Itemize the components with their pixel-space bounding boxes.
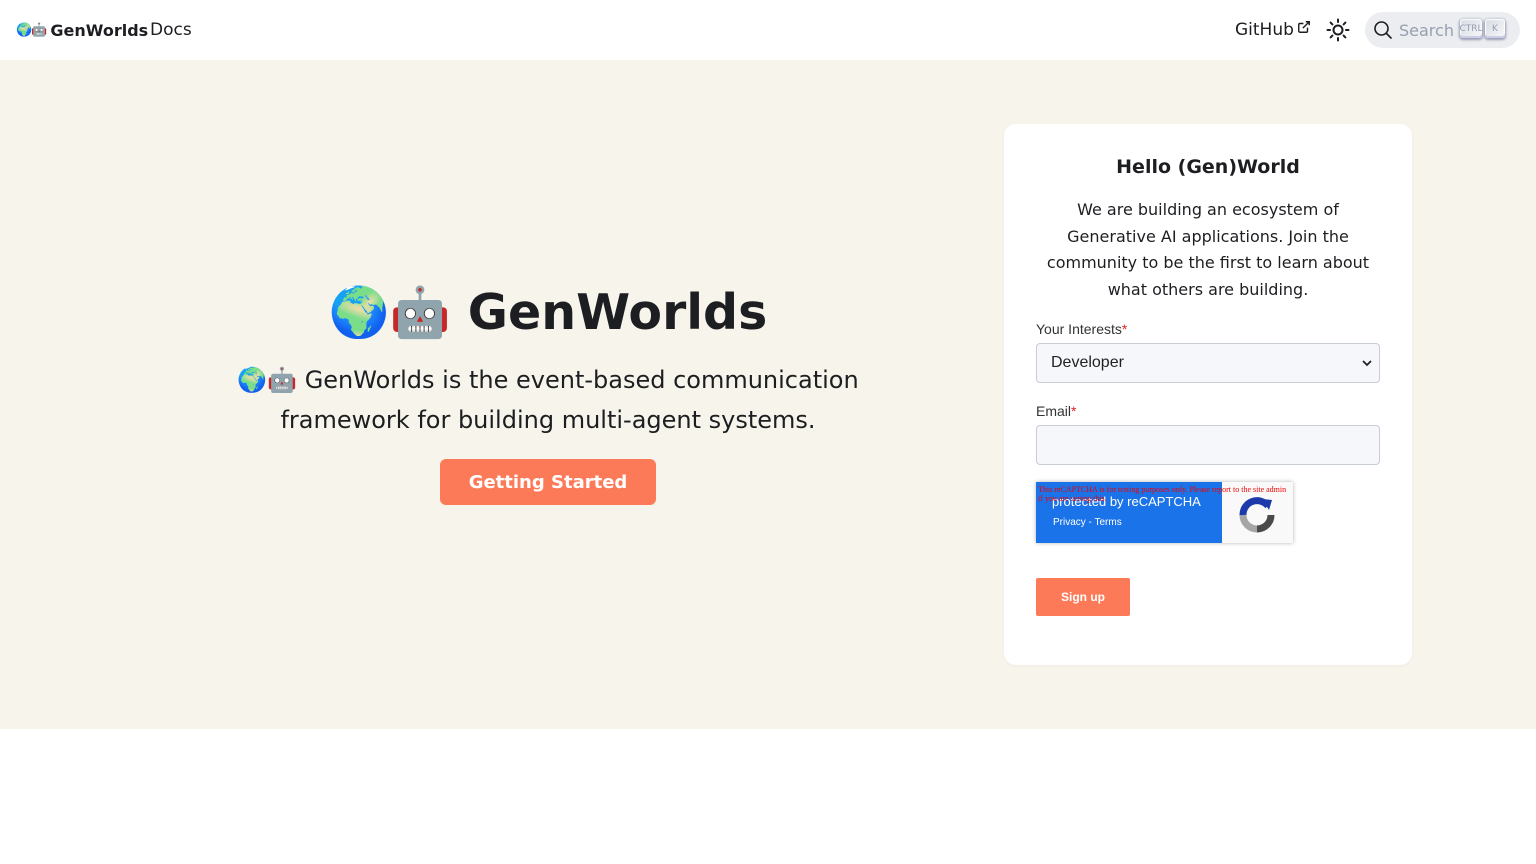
search-icon: [1374, 21, 1392, 39]
email-label-text: Email: [1036, 403, 1072, 419]
email-field[interactable]: [1036, 425, 1380, 465]
nav-link-github[interactable]: GitHub: [1235, 0, 1311, 60]
sun-icon: [1326, 18, 1350, 42]
search-button[interactable]: Search CTRL K: [1365, 12, 1520, 48]
interests-selected-value: Developer: [1051, 354, 1124, 371]
interests-label-text: Your Interests: [1036, 321, 1122, 337]
recaptcha-logo-icon: [1239, 497, 1275, 533]
interests-select[interactable]: Developer: [1036, 343, 1380, 383]
external-link-icon: [1297, 21, 1310, 33]
chevron-down-icon: [1362, 360, 1372, 367]
nav-link-docs[interactable]: Docs: [150, 0, 192, 60]
github-label: GitHub: [1235, 20, 1294, 40]
signup-card: Hello (Gen)World We are building an ecos…: [1004, 124, 1412, 665]
theme-toggle-button[interactable]: [1322, 14, 1354, 46]
hero-title: 🌍🤖 GenWorlds: [100, 284, 996, 341]
hero-title-emoji: 🌍🤖: [328, 284, 451, 341]
hero-subtitle: 🌍🤖 GenWorlds is the event-based communic…: [237, 366, 859, 434]
top-navbar: 🌍🤖 GenWorlds Docs GitHub Search CTRL K: [0, 0, 1536, 60]
brand-link[interactable]: 🌍🤖 GenWorlds: [16, 0, 148, 60]
search-label: Search: [1399, 20, 1454, 40]
interests-label: Your Interests*: [1036, 321, 1127, 337]
signup-card-text: We are building an ecosystem of Generati…: [1046, 200, 1370, 299]
recaptcha-badge[interactable]: protected by reCAPTCHA Privacy - Terms T…: [1036, 482, 1293, 543]
getting-started-button[interactable]: Getting Started: [440, 459, 656, 505]
required-marker: *: [1071, 403, 1077, 419]
email-label: Email*: [1036, 403, 1076, 419]
kbd-k-key: K: [1485, 19, 1505, 38]
recaptcha-privacy-terms[interactable]: Privacy - Terms: [1053, 517, 1122, 528]
signup-card-title: Hello (Gen)World: [1116, 156, 1300, 178]
sign-up-button[interactable]: Sign up: [1036, 578, 1130, 616]
kbd-ctrl-key: CTRL: [1459, 19, 1483, 38]
hero-section: 🌍🤖 GenWorlds 🌍🤖 GenWorlds is the event-b…: [0, 60, 1536, 729]
brand-name: GenWorlds: [50, 20, 149, 40]
brand-emoji: 🌍🤖: [16, 22, 47, 38]
hero-title-text: GenWorlds: [467, 284, 768, 341]
required-marker: *: [1121, 321, 1128, 337]
